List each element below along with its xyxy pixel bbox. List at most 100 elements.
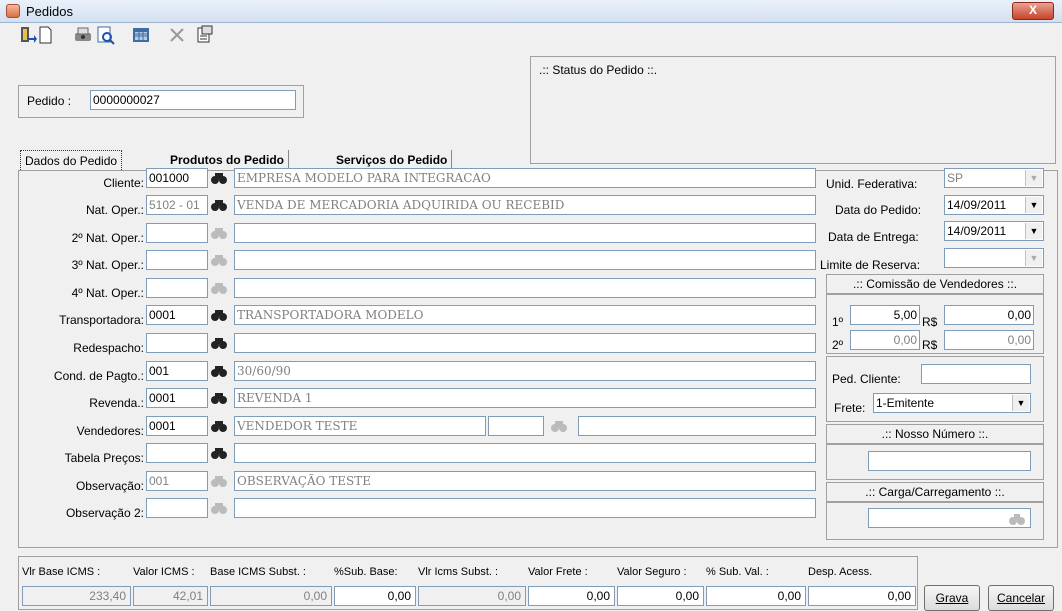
binoculars-icon[interactable]: [210, 501, 228, 515]
pedido-number-field[interactable]: 0000000027: [90, 90, 296, 110]
label-redespacho: Redespacho:: [73, 341, 144, 355]
label-observacao: Observação:: [75, 479, 144, 493]
comissao-1-pct[interactable]: 5,00: [850, 305, 920, 325]
binoculars-icon[interactable]: [1008, 512, 1026, 526]
code-observacao2[interactable]: [146, 498, 208, 518]
desc-nat2[interactable]: [234, 223, 816, 243]
binoculars-icon[interactable]: [210, 198, 228, 212]
desc2-vendedores[interactable]: [578, 416, 816, 436]
total-value[interactable]: 0,00: [706, 586, 806, 606]
binoculars-icon[interactable]: [210, 171, 228, 185]
desc-observacao[interactable]: OBSERVAÇÃO TESTE: [234, 471, 816, 491]
total-value[interactable]: 0,00: [418, 586, 526, 606]
carga-header: .:: Carga/Carregamento ::.: [826, 482, 1044, 502]
limite-reserva-field[interactable]: ▼: [944, 248, 1044, 268]
desc-nat-oper[interactable]: VENDA DE MERCADORIA ADQUIRIDA OU RECEBID: [234, 195, 816, 215]
total-value[interactable]: 42,01: [133, 586, 208, 606]
app-icon: [6, 4, 20, 18]
desc-redespacho[interactable]: [234, 333, 816, 353]
total-header: Valor ICMS :: [133, 566, 195, 578]
calendar-grid-icon[interactable]: [130, 24, 152, 46]
pedido-box: Pedido : 0000000027: [18, 85, 304, 118]
total-value[interactable]: 0,00: [528, 586, 615, 606]
data-pedido-label: Data do Pedido:: [835, 203, 922, 217]
data-entrega-field[interactable]: 14/09/2011 ▼: [944, 221, 1044, 241]
code-vendedores[interactable]: 0001: [146, 416, 208, 436]
code-transportadora[interactable]: 0001: [146, 305, 208, 325]
code-nat2[interactable]: [146, 223, 208, 243]
total-header: Valor Seguro :: [617, 566, 687, 578]
total-header: %Sub. Base:: [334, 566, 398, 578]
frete-select[interactable]: 1-Emitente ▼: [873, 393, 1031, 413]
desc-cliente[interactable]: EMPRESA MODELO PARA INTEGRACAO: [234, 168, 816, 188]
grava-button[interactable]: Grava: [924, 585, 980, 611]
desc-cond-pagto[interactable]: 30/60/90: [234, 361, 816, 381]
desc-vendedores[interactable]: VENDEDOR TESTE: [234, 416, 486, 436]
binoculars-icon[interactable]: [210, 308, 228, 322]
comissao-2-label: 2º: [832, 338, 844, 352]
uf-select[interactable]: SP ▼: [944, 168, 1044, 188]
desc-transportadora[interactable]: TRANSPORTADORA MODELO: [234, 305, 816, 325]
desc-revenda[interactable]: REVENDA 1: [234, 388, 816, 408]
label-cond-pagto: Cond. de Pagto.:: [53, 369, 144, 383]
code-tabela[interactable]: [146, 443, 208, 463]
binoculars-icon[interactable]: [210, 336, 228, 350]
ped-cliente-field[interactable]: [921, 364, 1031, 384]
code-cond-pagto[interactable]: 001: [146, 361, 208, 381]
tab-dados-do-pedido[interactable]: Dados do Pedido: [20, 150, 123, 172]
close-button[interactable]: X: [1012, 2, 1054, 20]
code-redespacho[interactable]: [146, 333, 208, 353]
title-bar: Pedidos X: [0, 0, 1062, 23]
desc-observacao2[interactable]: [234, 498, 816, 518]
nosso-numero-header: .:: Nosso Número ::.: [826, 424, 1044, 444]
code2-vendedores[interactable]: [488, 416, 544, 436]
preview-icon[interactable]: [94, 24, 116, 46]
binoculars-icon[interactable]: [210, 226, 228, 240]
frete-label: Frete:: [834, 401, 866, 415]
label-nat-oper: Nat. Oper.:: [85, 203, 144, 217]
total-header: Vlr Icms Subst. :: [418, 566, 499, 578]
comissao-2-pct[interactable]: 0,00: [850, 330, 920, 350]
code-nat3[interactable]: [146, 250, 208, 270]
binoculars-icon[interactable]: [550, 419, 568, 433]
comissao-1-value[interactable]: 0,00: [944, 305, 1034, 325]
desc-nat3[interactable]: [234, 250, 816, 270]
new-document-icon[interactable]: [34, 24, 56, 46]
total-value[interactable]: 0,00: [334, 586, 416, 606]
cancelar-button[interactable]: Cancelar: [988, 585, 1054, 611]
properties-icon[interactable]: [193, 24, 215, 46]
total-value[interactable]: 0,00: [808, 586, 916, 606]
binoculars-icon[interactable]: [210, 281, 228, 295]
nosso-numero-field[interactable]: [868, 451, 1031, 471]
comissao-2-value[interactable]: 0,00: [944, 330, 1034, 350]
binoculars-icon[interactable]: [210, 364, 228, 378]
data-entrega-label: Data de Entrega:: [828, 230, 919, 244]
total-value[interactable]: 233,40: [22, 586, 131, 606]
code-nat-oper[interactable]: 5102 - 01: [146, 195, 208, 215]
code-revenda[interactable]: 0001: [146, 388, 208, 408]
carga-field[interactable]: [868, 508, 1031, 528]
binoculars-icon[interactable]: [210, 253, 228, 267]
label-nat3: 3º Nat. Oper.:: [71, 258, 144, 272]
total-header: Vlr Base ICMS :: [22, 566, 101, 578]
binoculars-icon[interactable]: [210, 446, 228, 460]
binoculars-icon[interactable]: [210, 419, 228, 433]
binoculars-icon[interactable]: [210, 391, 228, 405]
desc-tabela[interactable]: [234, 443, 816, 463]
data-pedido-field[interactable]: 14/09/2011 ▼: [944, 195, 1044, 215]
limite-reserva-label: Limite de Reserva:: [820, 258, 921, 272]
label-observacao2: Observação 2:: [65, 506, 144, 520]
status-panel: .:: Status do Pedido ::.: [530, 56, 1056, 164]
total-value[interactable]: 0,00: [210, 586, 332, 606]
total-header: Desp. Acess.: [808, 566, 873, 578]
code-observacao[interactable]: 001: [146, 471, 208, 491]
binoculars-icon[interactable]: [210, 474, 228, 488]
comissao-1-currency: R$: [922, 315, 938, 329]
total-header: Base ICMS Subst. :: [210, 566, 306, 578]
desc-nat4[interactable]: [234, 278, 816, 298]
print-icon[interactable]: [72, 24, 94, 46]
code-nat4[interactable]: [146, 278, 208, 298]
code-cliente[interactable]: 001000: [146, 168, 208, 188]
delete-icon[interactable]: [166, 24, 188, 46]
total-value[interactable]: 0,00: [617, 586, 704, 606]
